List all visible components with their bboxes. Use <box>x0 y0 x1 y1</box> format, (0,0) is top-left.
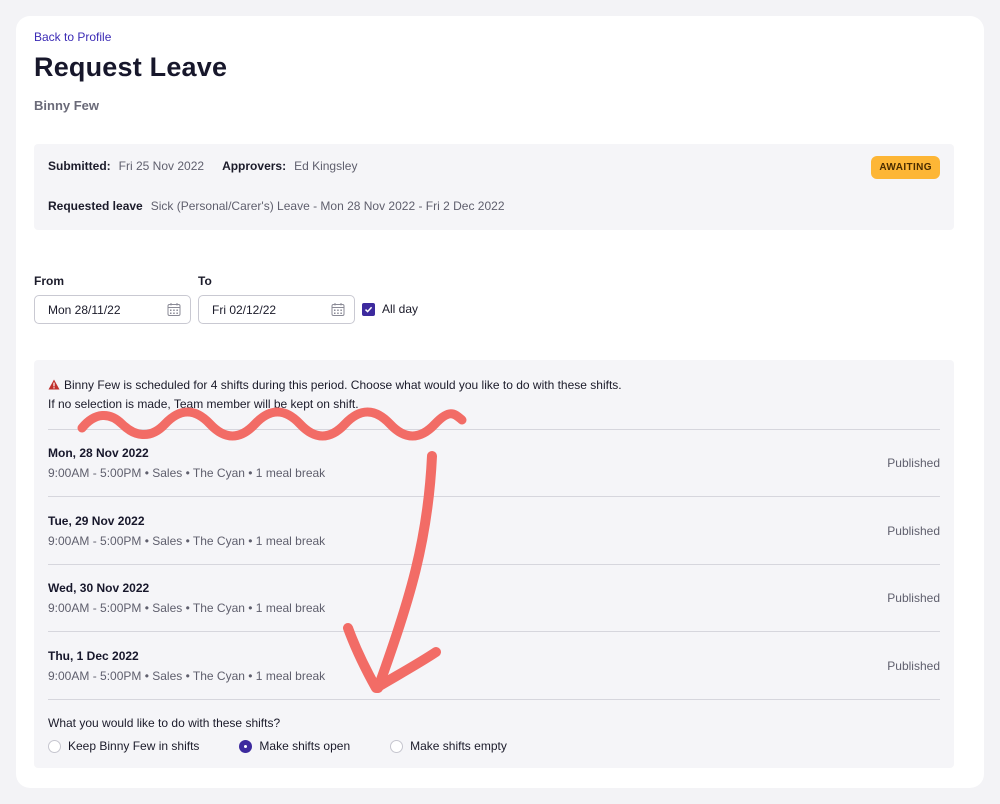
warning-icon <box>48 379 60 390</box>
status-badge: AWAITING <box>871 156 940 179</box>
divider <box>48 699 940 700</box>
shift-status: Published <box>887 524 940 538</box>
affected-shifts-panel: Binny Few is scheduled for 4 shifts duri… <box>34 360 954 768</box>
all-day-label: All day <box>382 302 419 316</box>
shift-detail: 9:00AM - 5:00PM • Sales • The Cyan • 1 m… <box>48 669 326 683</box>
shift-detail: 9:00AM - 5:00PM • Sales • The Cyan • 1 m… <box>48 601 326 615</box>
approvers-label: Approvers: <box>222 159 287 173</box>
calendar-icon[interactable] <box>167 302 181 317</box>
divider <box>48 429 940 430</box>
option-make-shifts-open[interactable]: Make shifts open <box>239 739 350 753</box>
to-date-input[interactable]: Fri 02/12/22 <box>198 295 355 324</box>
shift-action-options: Keep Binny Few in shifts Make shifts ope… <box>48 739 547 753</box>
from-date-value: Mon 28/11/22 <box>48 303 121 317</box>
to-label: To <box>198 274 212 288</box>
option-keep-in-shifts[interactable]: Keep Binny Few in shifts <box>48 739 199 753</box>
shift-status: Published <box>887 659 940 673</box>
shift-row: Thu, 1 Dec 2022 9:00AM - 5:00PM • Sales … <box>48 649 940 715</box>
warning-line-1: Binny Few is scheduled for 4 shifts duri… <box>48 376 622 395</box>
all-day-checkbox[interactable] <box>362 302 375 316</box>
shifts-warning: Binny Few is scheduled for 4 shifts duri… <box>48 376 622 414</box>
option-label: Make shifts empty <box>410 739 507 753</box>
shift-status: Published <box>887 591 940 605</box>
checkmark-icon <box>364 306 373 313</box>
submitted-value: Fri 25 Nov 2022 <box>118 159 205 173</box>
radio-keep-in-shifts[interactable] <box>48 739 61 753</box>
shift-date: Tue, 29 Nov 2022 <box>48 514 145 528</box>
submitted-approvers-row: Submitted: Fri 25 Nov 2022 Approvers: Ed Ki… <box>48 159 357 173</box>
option-make-shifts-empty[interactable]: Make shifts empty <box>390 739 507 753</box>
shift-action-question: What you would like to do with these shi… <box>48 716 281 730</box>
shift-row: Tue, 29 Nov 2022 9:00AM - 5:00PM • Sales… <box>48 514 940 580</box>
option-label: Make shifts open <box>259 739 351 753</box>
approvers-value: Ed Kingsley <box>294 159 358 173</box>
shift-row: Wed, 30 Nov 2022 9:00AM - 5:00PM • Sales… <box>48 581 940 647</box>
shift-status: Published <box>887 456 940 470</box>
shift-row: Mon, 28 Nov 2022 9:00AM - 5:00PM • Sales… <box>48 446 940 512</box>
request-summary: Submitted: Fri 25 Nov 2022 Approvers: Ed Ki… <box>34 144 954 230</box>
divider <box>48 564 940 565</box>
from-date-input[interactable]: Mon 28/11/22 <box>34 295 191 324</box>
page-title: Request Leave <box>34 52 228 82</box>
shift-detail: 9:00AM - 5:00PM • Sales • The Cyan • 1 m… <box>48 534 326 548</box>
from-label: From <box>34 274 64 288</box>
option-label: Keep Binny Few in shifts <box>68 739 200 753</box>
submitted-label: Submitted: <box>48 159 111 173</box>
requested-leave-row: Requested leave Sick (Personal/Carer's) L… <box>48 199 505 213</box>
warning-text-1: Binny Few is scheduled for 4 shifts duri… <box>64 378 622 392</box>
shift-date: Mon, 28 Nov 2022 <box>48 446 149 460</box>
requested-leave-value: Sick (Personal/Carer's) Leave - Mon 28 N… <box>150 199 505 213</box>
back-to-profile-link[interactable]: Back to Profile <box>34 30 111 44</box>
all-day-toggle[interactable]: All day <box>362 302 418 316</box>
requested-leave-label: Requested leave <box>48 199 143 213</box>
employee-name: Binny Few <box>34 98 100 113</box>
leave-request-card: Back to Profile Request Leave Binny Few … <box>16 16 984 788</box>
radio-make-shifts-empty[interactable] <box>390 739 404 753</box>
shift-date: Wed, 30 Nov 2022 <box>48 581 150 595</box>
shift-date: Thu, 1 Dec 2022 <box>48 649 139 663</box>
warning-text-2: If no selection is made, Team member wil… <box>48 397 359 411</box>
radio-make-shifts-open[interactable] <box>239 739 253 753</box>
calendar-icon[interactable] <box>331 302 345 317</box>
to-date-value: Fri 02/12/22 <box>212 303 277 317</box>
shift-detail: 9:00AM - 5:00PM • Sales • The Cyan • 1 m… <box>48 466 326 480</box>
divider <box>48 496 940 497</box>
divider <box>48 631 940 632</box>
